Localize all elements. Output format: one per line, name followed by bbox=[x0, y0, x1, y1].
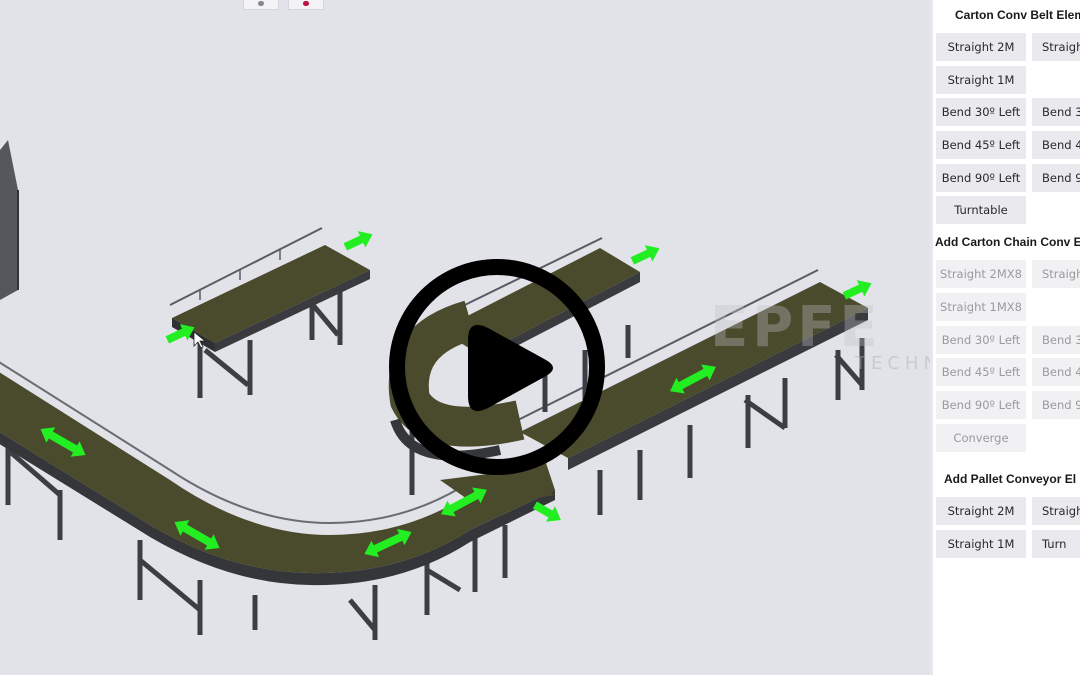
element-button[interactable]: Straight 2M bbox=[936, 33, 1026, 61]
3d-viewport[interactable]: EPFE TECHNOLOGY bbox=[0, 0, 930, 675]
element-button[interactable]: Bend 45º Left bbox=[936, 131, 1026, 159]
play-video-button[interactable] bbox=[388, 258, 606, 476]
element-button[interactable]: Bend 30 bbox=[1032, 326, 1080, 354]
element-button[interactable]: Straight 1MX8 bbox=[936, 293, 1026, 321]
element-panel: Carton Conv Belt Elem Straight 2MStraigh… bbox=[930, 0, 1080, 675]
play-triangle-icon bbox=[468, 324, 553, 412]
arrow-icon bbox=[343, 231, 373, 251]
element-button[interactable]: Turn bbox=[1032, 530, 1080, 558]
element-button[interactable]: Bend 90 bbox=[1032, 391, 1080, 419]
element-button[interactable]: Bend 30º Left bbox=[936, 98, 1026, 126]
element-button[interactable]: Straight bbox=[1032, 33, 1080, 61]
element-button[interactable]: Bend 45 bbox=[1032, 131, 1080, 159]
element-button[interactable]: Bend 90 bbox=[1032, 164, 1080, 192]
element-button[interactable]: Straight 1M bbox=[936, 66, 1026, 94]
arrow-icon bbox=[630, 245, 660, 265]
element-button[interactable]: Straight 2MX8 bbox=[936, 260, 1026, 288]
element-button[interactable]: Bend 90º Left bbox=[936, 391, 1026, 419]
section-title-belt: Carton Conv Belt Elem bbox=[955, 8, 1080, 22]
element-button[interactable]: Straigh bbox=[1032, 497, 1080, 525]
element-button[interactable]: Converge bbox=[936, 424, 1026, 452]
element-button[interactable]: Turntable bbox=[936, 196, 1026, 224]
element-button[interactable]: Bend 45º Left bbox=[936, 358, 1026, 386]
section-title-chain: Add Carton Chain Conv E bbox=[935, 235, 1080, 249]
tower-structure bbox=[0, 140, 19, 300]
element-button[interactable]: Straight bbox=[1032, 260, 1080, 288]
element-button[interactable]: Bend 30 bbox=[1032, 98, 1080, 126]
element-button[interactable]: Straight 2M bbox=[936, 497, 1026, 525]
element-button[interactable]: Bend 90º Left bbox=[936, 164, 1026, 192]
section-title-pallet: Add Pallet Conveyor El bbox=[944, 472, 1077, 486]
element-button[interactable]: Bend 30º Left bbox=[936, 326, 1026, 354]
element-button[interactable]: Straight 1M bbox=[936, 530, 1026, 558]
element-button[interactable]: Bend 45 bbox=[1032, 358, 1080, 386]
